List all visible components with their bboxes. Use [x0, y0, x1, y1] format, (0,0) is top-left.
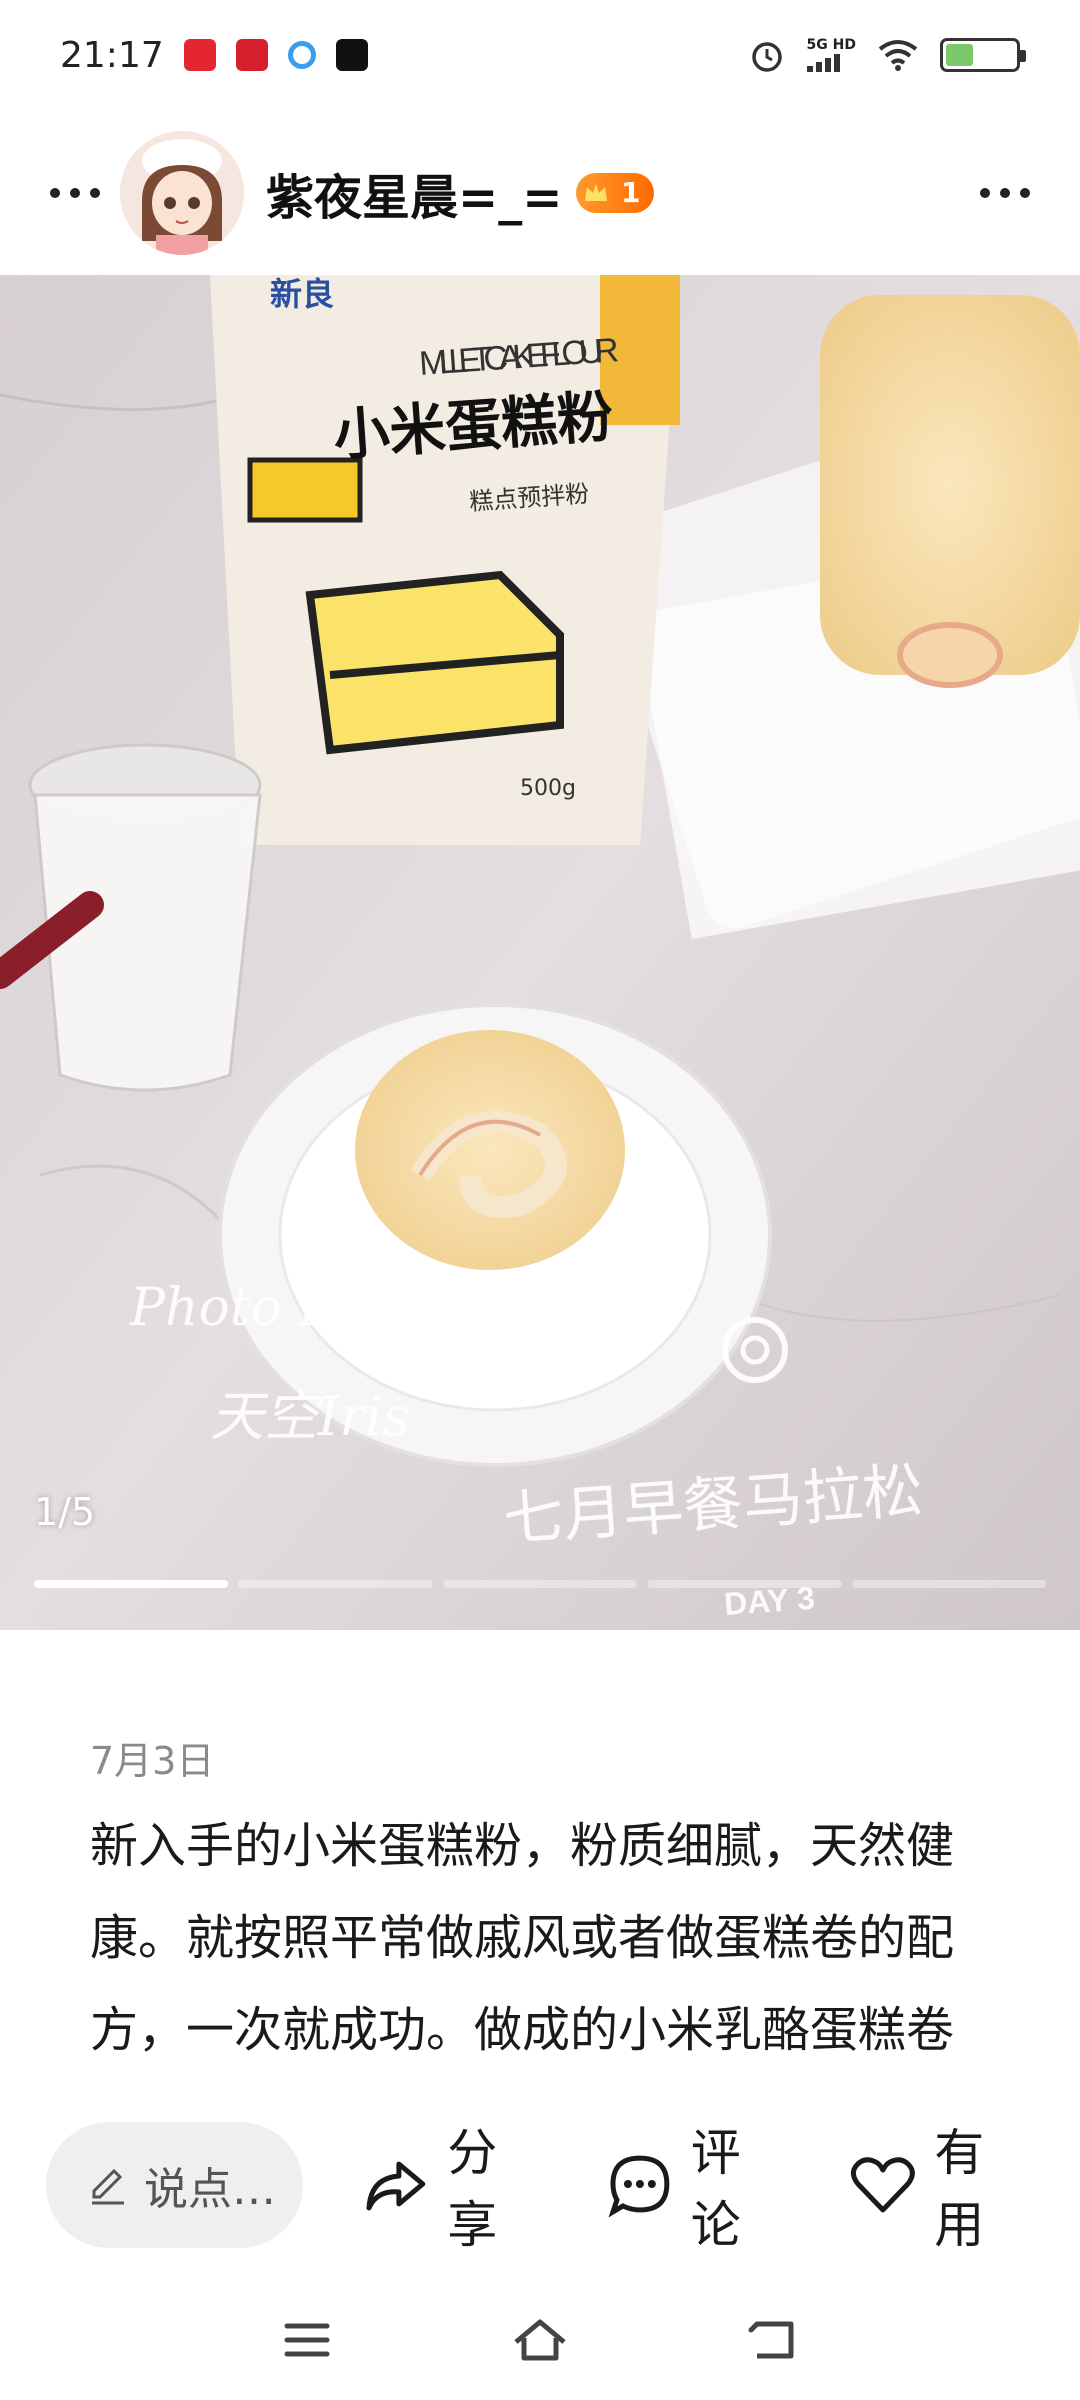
photo-counter: 1/5 [34, 1490, 96, 1534]
post-body[interactable]: 新入手的小米蛋糕粉，粉质细腻，天然健康。就按照平常做戚风或者做蛋糕卷的配方，一次… [90, 1800, 1000, 2105]
system-nav-bar [0, 2280, 1080, 2400]
progress-segment [851, 1580, 1047, 1588]
watermark-name: 天空Iris [210, 1385, 410, 1448]
level-number: 1 [620, 176, 641, 209]
post-photo[interactable]: 新良 MILLET CAKE FLOUR 小米蛋糕粉 糕点预拌粉 500g Ph… [0, 275, 1080, 1630]
comment-button[interactable]: 评论 [605, 2113, 791, 2257]
post-date: 7月3日 [90, 1739, 215, 1783]
photo-progress [34, 1580, 1047, 1588]
pencil-icon [92, 2168, 124, 2205]
network-label: 5G HD [806, 37, 856, 53]
bag-brand: 新良 [270, 276, 334, 312]
comment-icon [608, 2155, 670, 2218]
post-content: 7月3日 新入手的小米蛋糕粉，粉质细腻，天然健康。就按照平常做戚风或者做蛋糕卷的… [0, 1630, 1080, 2125]
alarm-icon [751, 42, 782, 72]
comment-placeholder: 说点… [144, 2164, 276, 2215]
tmall-icon [183, 39, 216, 71]
progress-segment [647, 1580, 842, 1588]
battery-level: 4 [973, 43, 987, 67]
share-icon [366, 2161, 426, 2211]
status-left: 21:17 [60, 35, 368, 76]
clock: 21:17 [60, 34, 164, 76]
heart-icon [851, 2157, 916, 2213]
status-bar: 21:17 5G HD 4 [0, 0, 1080, 110]
username[interactable]: 紫夜星晨=_= [266, 158, 562, 228]
useful-label: 有用 [934, 2124, 985, 2254]
wifi-icon [878, 40, 918, 71]
bag-weight: 500g [520, 776, 576, 801]
avatar[interactable] [120, 130, 244, 255]
comment-input[interactable]: 说点… [46, 2122, 304, 2248]
back-icon[interactable] [743, 2310, 803, 2370]
crown-icon [585, 183, 608, 201]
tiktok-icon [335, 39, 368, 71]
watermark-photo-by: Photo By [129, 1278, 367, 1338]
share-label: 分享 [447, 2124, 498, 2254]
home-icon[interactable] [510, 2310, 570, 2370]
flour-bag: 新良 MILLET CAKE FLOUR 小米蛋糕粉 糕点预拌粉 500g [210, 275, 680, 845]
status-right: 5G HD 4 [749, 37, 1026, 73]
level-badge: 1 [576, 172, 655, 213]
post-header: 紫夜星晨=_= 1 [0, 110, 1080, 275]
browser-icon [287, 41, 316, 69]
action-bar: 说点… 分享 评论 有用 [0, 2090, 1080, 2280]
comment-label: 评论 [690, 2124, 741, 2254]
progress-segment [238, 1580, 433, 1588]
signal-icon: 5G HD [806, 37, 856, 72]
menu-dots-left[interactable] [40, 178, 110, 208]
menu-icon[interactable] [277, 2310, 337, 2370]
progress-segment [34, 1580, 229, 1588]
app-red-icon [235, 39, 268, 71]
useful-button[interactable]: 有用 [848, 2113, 1034, 2257]
more-options-button[interactable] [970, 178, 1040, 208]
progress-segment [442, 1580, 638, 1588]
battery-icon: 4 [940, 38, 1026, 72]
share-button[interactable]: 分享 [361, 2113, 547, 2257]
